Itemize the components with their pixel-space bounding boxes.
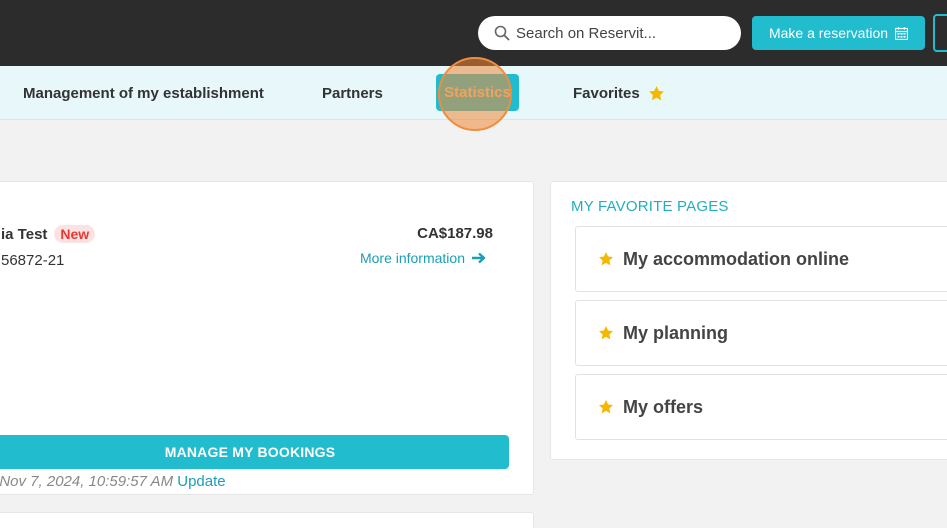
manage-bookings-label: MANAGE MY BOOKINGS <box>164 444 336 460</box>
search-box[interactable] <box>478 16 741 50</box>
favorite-pages-title: MY FAVORITE PAGES <box>571 198 729 215</box>
favorite-item-accommodation[interactable]: My accommodation online <box>575 226 947 292</box>
nav-statistics-label: Statistics <box>444 84 511 101</box>
account-button[interactable] <box>933 14 947 52</box>
calendar-icon <box>895 26 909 40</box>
new-badge: New <box>54 225 96 243</box>
more-information-link[interactable]: More information <box>360 250 487 266</box>
booking-card: ia Test New 56872-21 CA$187.98 More info… <box>0 181 534 495</box>
top-bar: Make a reservation <box>0 0 947 66</box>
nav-management[interactable]: Management of my establishment <box>23 66 264 120</box>
nav-favorites-label: Favorites <box>573 84 640 102</box>
favorite-item-label: My accommodation online <box>623 248 850 269</box>
nav-favorites[interactable]: Favorites <box>573 66 665 120</box>
favorite-item-label: My offers <box>623 396 704 417</box>
search-icon <box>494 25 510 41</box>
update-link[interactable]: Update <box>177 473 225 490</box>
favorite-item-planning[interactable]: My planning <box>575 300 947 366</box>
nav-partners[interactable]: Partners <box>322 66 383 120</box>
last-update-text: : Nov 7, 2024, 10:59:57 AM <box>0 473 174 490</box>
nav-management-label: Management of my establishment <box>23 84 264 102</box>
make-reservation-label: Make a reservation <box>768 25 889 41</box>
nav-statistics[interactable]: Statistics <box>436 74 519 111</box>
guest-name-text: ia Test <box>1 225 48 243</box>
favorite-item-label: My planning <box>623 322 728 343</box>
booking-price: CA$187.98 <box>417 225 493 242</box>
favorite-pages-card: MY FAVORITE PAGES My accommodation onlin… <box>550 181 947 460</box>
arrow-right-icon <box>472 252 486 264</box>
guest-name: ia Test New <box>1 225 96 243</box>
star-icon <box>648 85 664 100</box>
star-icon <box>599 252 613 266</box>
main-nav: Management of my establishment Partners … <box>0 66 947 120</box>
booking-reference: 56872-21 <box>1 252 65 269</box>
favorite-item-offers[interactable]: My offers <box>575 374 947 440</box>
next-card <box>0 512 534 528</box>
star-icon <box>599 400 613 414</box>
make-reservation-button[interactable]: Make a reservation <box>752 16 925 50</box>
search-input[interactable] <box>516 24 736 42</box>
nav-partners-label: Partners <box>322 84 383 102</box>
last-update: : Nov 7, 2024, 10:59:57 AM Update <box>0 473 226 490</box>
manage-bookings-button[interactable]: MANAGE MY BOOKINGS <box>0 435 509 469</box>
more-information-label: More information <box>359 250 465 266</box>
star-icon <box>599 326 613 340</box>
